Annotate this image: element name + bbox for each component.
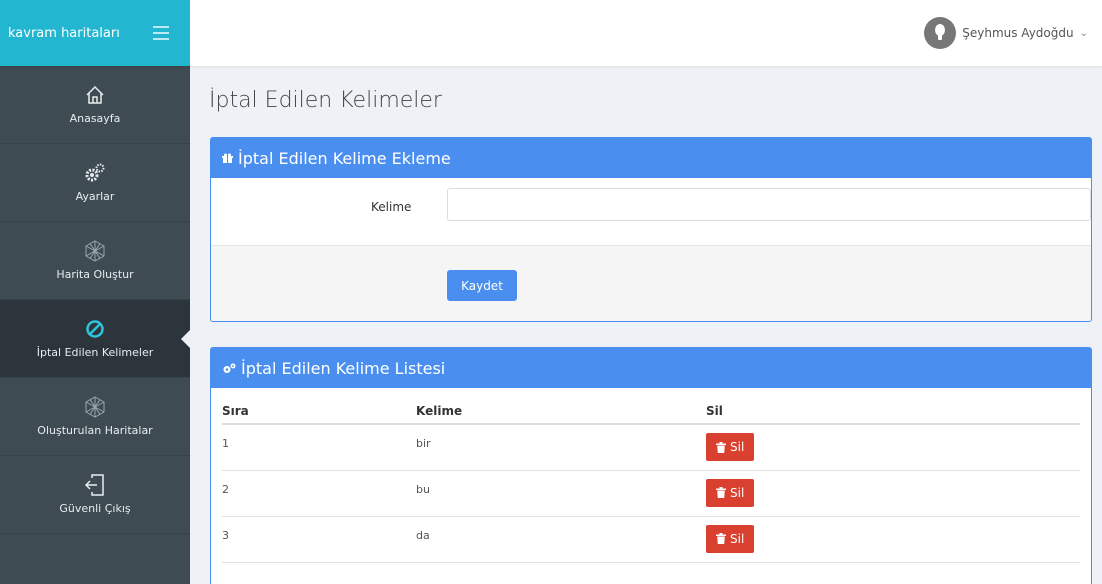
sidebar-item-olusturulan-haritalar[interactable]: Oluşturulan Haritalar — [0, 378, 190, 456]
trash-icon — [716, 487, 726, 498]
sidebar-item-harita-olustur[interactable]: Harita Oluştur — [0, 222, 190, 300]
brand: kavram haritaları — [0, 0, 190, 66]
panel-header: İptal Edilen Kelime Ekleme — [211, 138, 1091, 178]
logout-icon — [84, 474, 106, 496]
top-bar: kavram haritaları Şeyhmus Aydoğdu ⌄ — [0, 0, 1102, 66]
sidebar-item-anasayfa[interactable]: Anasayfa — [0, 66, 190, 144]
ban-icon — [84, 318, 106, 340]
panel-header: İptal Edilen Kelime Listesi — [211, 348, 1091, 388]
page-title: İptal Edilen Kelimeler — [209, 88, 442, 113]
table-row: 2 bu Sil — [222, 470, 1080, 517]
sidebar-item-label: Güvenli Çıkış — [59, 502, 131, 515]
trash-icon — [716, 441, 726, 453]
avatar — [924, 17, 957, 49]
sidebar-item-label: Ayarlar — [75, 190, 115, 203]
chevron-down-icon: ⌄ — [1079, 27, 1088, 39]
brand-title: kavram haritaları — [8, 25, 120, 41]
sidebar-item-label: Oluşturulan Haritalar — [37, 424, 153, 437]
kelime-label: Kelime — [371, 200, 412, 214]
cell-kelime: da — [416, 516, 706, 563]
delete-button[interactable]: Sil — [706, 433, 755, 461]
cell-action: Sil — [706, 424, 1080, 471]
kelime-input[interactable] — [447, 188, 1091, 221]
form-row: Kelime — [211, 178, 1091, 246]
sidebar: Anasayfa Ayarlar Harita Oluştur İptal Ed… — [0, 66, 190, 584]
cell-kelime: bir — [416, 424, 706, 471]
delete-button[interactable]: Sil — [706, 478, 755, 507]
sidebar-item-label: Anasayfa — [69, 112, 121, 125]
form-actions: Kaydet — [211, 246, 1091, 321]
main-content: İptal Edilen Kelimeler İptal Edilen Keli… — [190, 66, 1102, 584]
cell-kelime: bu — [416, 470, 706, 517]
network-icon — [84, 240, 106, 262]
trash-icon — [716, 533, 726, 544]
add-word-panel: İptal Edilen Kelime Ekleme Kelime Kaydet — [210, 137, 1092, 322]
panel-title: İptal Edilen Kelime Ekleme — [238, 148, 451, 168]
user-name: Şeyhmus Aydoğdu — [962, 26, 1074, 40]
table-wrap: Sıra Kelime Sil 1 bir Sil 2 bu Sil 3 da … — [211, 388, 1091, 563]
delete-label: Sil — [730, 531, 745, 546]
gears-icon — [222, 363, 236, 374]
gift-icon — [222, 153, 233, 164]
table-row: 3 da Sil — [222, 516, 1080, 563]
home-icon — [84, 84, 106, 106]
column-header-sira: Sıra — [222, 388, 416, 425]
cell-sira: 3 — [222, 516, 416, 563]
delete-label: Sil — [730, 440, 745, 454]
hamburger-menu-icon[interactable] — [153, 26, 169, 40]
column-header-kelime: Kelime — [416, 388, 706, 425]
table-row: 1 bir Sil — [222, 424, 1080, 471]
cell-sira: 2 — [222, 470, 416, 517]
word-list-panel: İptal Edilen Kelime Listesi Sıra Kelime … — [210, 347, 1092, 584]
delete-label: Sil — [730, 485, 745, 500]
sidebar-item-label: Harita Oluştur — [56, 268, 134, 281]
sidebar-item-label: İptal Edilen Kelimeler — [36, 346, 154, 359]
sidebar-item-ayarlar[interactable]: Ayarlar — [0, 144, 190, 222]
panel-title: İptal Edilen Kelime Listesi — [241, 358, 446, 378]
cell-action: Sil — [706, 470, 1080, 517]
column-header-sil: Sil — [706, 388, 1080, 425]
sidebar-item-guvenli-cikis[interactable]: Güvenli Çıkış — [0, 456, 190, 534]
cell-sira: 1 — [222, 424, 416, 471]
save-button[interactable]: Kaydet — [447, 270, 517, 301]
network-icon — [84, 396, 106, 418]
user-avatar-icon — [935, 24, 946, 40]
word-table: Sıra Kelime Sil 1 bir Sil 2 bu Sil 3 da … — [222, 388, 1080, 563]
sidebar-item-iptal-edilen-kelimeler[interactable]: İptal Edilen Kelimeler — [0, 300, 190, 378]
table-header-row: Sıra Kelime Sil — [222, 388, 1080, 425]
delete-button[interactable]: Sil — [706, 524, 755, 553]
gears-icon — [84, 162, 106, 184]
user-menu[interactable]: Şeyhmus Aydoğdu ⌄ — [924, 17, 1088, 49]
cell-action: Sil — [706, 516, 1080, 563]
